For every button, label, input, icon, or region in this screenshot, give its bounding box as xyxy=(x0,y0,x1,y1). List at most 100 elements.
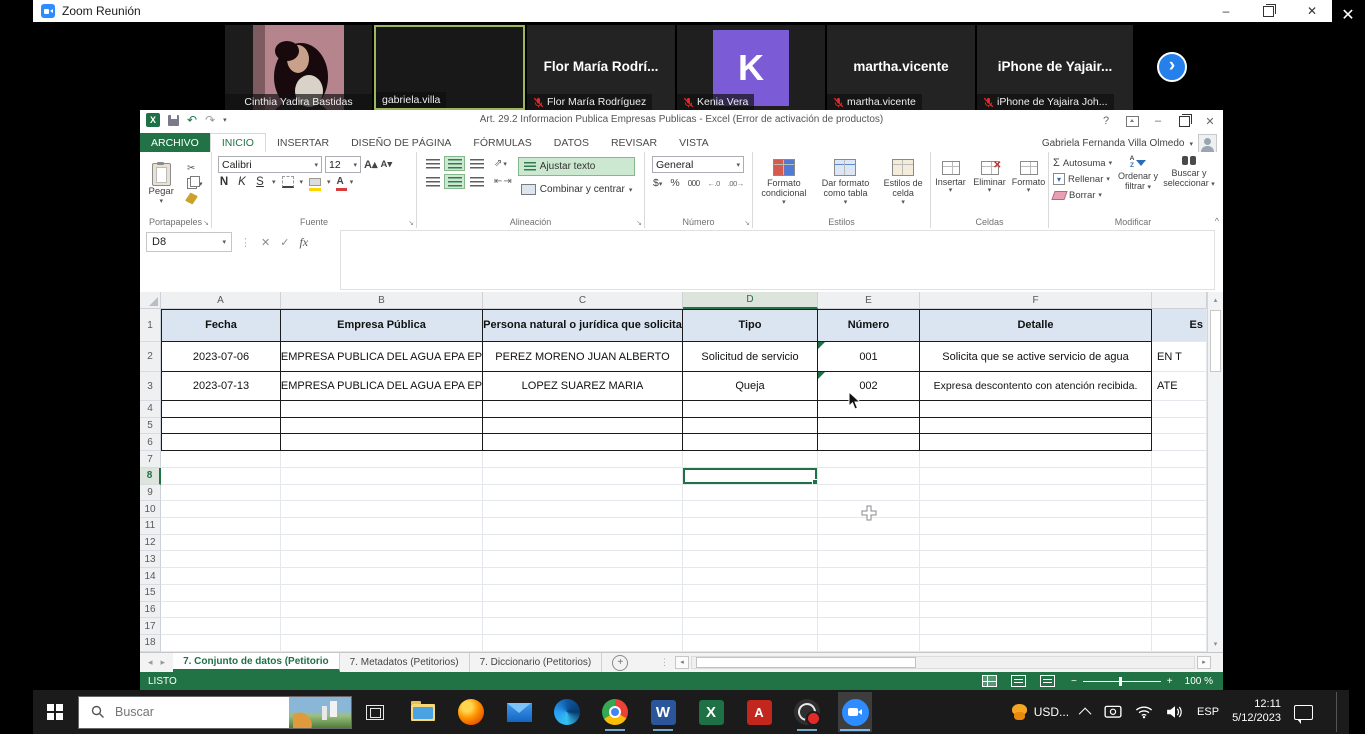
align-top-button[interactable] xyxy=(422,156,443,171)
hidden-icons-chevron[interactable] xyxy=(1079,707,1092,720)
clock[interactable]: 12:11 5/12/2023 xyxy=(1232,698,1281,726)
cut-button[interactable]: ✂ xyxy=(187,162,203,175)
cell[interactable] xyxy=(818,568,920,585)
cell[interactable] xyxy=(281,501,483,518)
cell[interactable] xyxy=(161,518,281,535)
minimize-button[interactable]: – xyxy=(1211,0,1241,22)
cell[interactable] xyxy=(683,485,818,502)
cell[interactable] xyxy=(161,568,281,585)
cell[interactable] xyxy=(683,585,818,602)
cell[interactable] xyxy=(281,551,483,568)
row-header[interactable]: 11 xyxy=(140,518,161,535)
align-bottom-button[interactable] xyxy=(466,156,487,171)
decrease-decimal-button[interactable]: .00→ xyxy=(728,179,744,188)
clear-button[interactable]: Borrar▾ xyxy=(1053,188,1113,202)
cell[interactable] xyxy=(1152,418,1207,435)
cell[interactable] xyxy=(683,418,818,435)
font-name-select[interactable]: Calibri▾ xyxy=(218,156,322,173)
cell[interactable] xyxy=(1152,401,1207,418)
column-header-c[interactable]: C xyxy=(483,292,683,309)
cell[interactable] xyxy=(281,401,483,418)
font-color-button[interactable]: A xyxy=(337,177,344,187)
cell[interactable] xyxy=(161,485,281,502)
chevron-down-icon[interactable]: ▾ xyxy=(272,178,276,186)
cell[interactable] xyxy=(483,451,683,468)
sheet-nav-right-icon[interactable]: ▸ xyxy=(161,657,166,668)
cell[interactable] xyxy=(281,434,483,451)
row-header[interactable]: 12 xyxy=(140,535,161,552)
column-header-e[interactable]: E xyxy=(818,292,920,309)
find-select-button[interactable]: Buscar y seleccionar ▾ xyxy=(1163,154,1215,213)
cell[interactable] xyxy=(281,485,483,502)
row-header[interactable]: 4 xyxy=(140,401,161,418)
cell[interactable]: Solicitud de servicio xyxy=(683,342,818,372)
header-cell[interactable]: Persona natural o jurídica que solicita xyxy=(483,309,683,342)
cell[interactable] xyxy=(483,434,683,451)
row-header[interactable]: 14 xyxy=(140,568,161,585)
tab-datos[interactable]: DATOS xyxy=(543,133,600,152)
select-all-corner[interactable] xyxy=(140,292,161,309)
number-format-select[interactable]: General▾ xyxy=(652,156,744,173)
wrap-text-button[interactable]: Ajustar texto xyxy=(518,157,636,176)
cell[interactable] xyxy=(281,568,483,585)
cell[interactable] xyxy=(818,618,920,635)
insert-cells-button[interactable]: Insertar▾ xyxy=(932,158,970,195)
row-header[interactable]: 3 xyxy=(140,372,161,401)
cell[interactable] xyxy=(920,635,1152,652)
cell[interactable] xyxy=(818,635,920,652)
close-button[interactable]: ✕ xyxy=(1297,0,1327,22)
cell[interactable] xyxy=(920,518,1152,535)
wifi-icon[interactable] xyxy=(1135,705,1153,719)
excel-close-button[interactable]: ✕ xyxy=(1197,110,1223,132)
name-box[interactable]: D8 ▾ xyxy=(146,232,232,252)
cell[interactable] xyxy=(161,618,281,635)
cell[interactable] xyxy=(161,535,281,552)
zoom-in-icon[interactable]: + xyxy=(1167,676,1173,687)
cell[interactable] xyxy=(818,551,920,568)
cell[interactable] xyxy=(1152,535,1207,552)
cell[interactable] xyxy=(483,518,683,535)
tab-inicio[interactable]: INICIO xyxy=(210,133,266,153)
cell[interactable] xyxy=(683,602,818,619)
delete-cells-button[interactable]: ✕ Eliminar▾ xyxy=(971,158,1009,195)
sheet-tab-conjunto[interactable]: 7. Conjunto de datos (Petitorio xyxy=(173,653,340,672)
align-left-button[interactable] xyxy=(422,174,443,189)
cell[interactable]: EMPRESA PUBLICA DEL AGUA EPA EP xyxy=(281,342,483,372)
row-header[interactable]: 1 xyxy=(140,309,161,342)
fill-button[interactable]: ▾Rellenar▾ xyxy=(1053,172,1113,186)
cell[interactable] xyxy=(683,551,818,568)
scroll-down-icon[interactable]: ▾ xyxy=(1208,636,1223,652)
dialog-launcher-icon[interactable]: ↘ xyxy=(203,219,209,227)
zoom-level[interactable]: 100 % xyxy=(1185,676,1213,687)
excel-minimize-button[interactable]: – xyxy=(1145,110,1171,132)
cell[interactable] xyxy=(483,468,683,485)
cell[interactable] xyxy=(683,518,818,535)
header-cell[interactable]: Tipo xyxy=(683,309,818,342)
grow-font-button[interactable]: A▴ xyxy=(364,158,377,171)
cell[interactable] xyxy=(920,501,1152,518)
help-button[interactable]: ? xyxy=(1093,110,1119,132)
header-cell[interactable]: Empresa Pública xyxy=(281,309,483,342)
excel-button[interactable]: X xyxy=(694,692,728,732)
excel-restore-button[interactable] xyxy=(1171,110,1197,132)
header-cell[interactable]: Detalle xyxy=(920,309,1152,342)
row-header[interactable]: 18 xyxy=(140,635,161,652)
row-header[interactable]: 8 xyxy=(140,468,161,485)
cell[interactable] xyxy=(1152,468,1207,485)
cell[interactable] xyxy=(920,485,1152,502)
scroll-track[interactable] xyxy=(691,656,1195,669)
cell[interactable] xyxy=(683,568,818,585)
column-header-b[interactable]: B xyxy=(281,292,483,309)
header-cell[interactable]: Es xyxy=(1152,309,1207,342)
volume-icon[interactable] xyxy=(1166,705,1184,719)
cell[interactable] xyxy=(818,501,920,518)
header-cell[interactable]: Número xyxy=(818,309,920,342)
vertical-scrollbar[interactable]: ▴ ▾ xyxy=(1207,292,1223,652)
align-middle-button[interactable] xyxy=(444,156,465,171)
row-header[interactable]: 6 xyxy=(140,434,161,451)
normal-view-button[interactable] xyxy=(982,675,997,687)
collapse-ribbon-button[interactable]: ^ xyxy=(1215,216,1219,226)
tab-revisar[interactable]: REVISAR xyxy=(600,133,668,152)
cell[interactable] xyxy=(920,434,1152,451)
cell[interactable]: LOPEZ SUAREZ MARIA xyxy=(483,372,683,401)
